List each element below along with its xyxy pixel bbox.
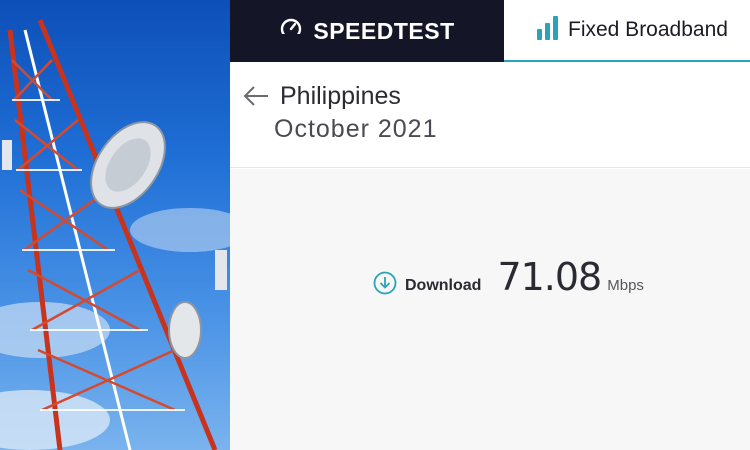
top-bar: SPEEDTEST Fixed Broadband <box>230 0 750 62</box>
download-unit: Mbps <box>607 277 644 294</box>
tab-label: Fixed Broadband <box>568 18 728 41</box>
back-arrow-icon[interactable] <box>242 84 270 108</box>
speedometer-icon <box>279 17 303 46</box>
results-area: Download 71.08 Mbps <box>230 169 750 450</box>
tab-fixed-broadband[interactable]: Fixed Broadband <box>504 0 750 62</box>
tower-photo <box>0 0 230 450</box>
speedtest-panel: SPEEDTEST Fixed Broadband Philippines Oc… <box>230 0 750 450</box>
country-title: Philippines <box>280 82 401 110</box>
download-value: 71.08 <box>497 255 602 299</box>
report-period: October 2021 <box>274 115 438 143</box>
tower-illustration <box>0 19 230 450</box>
dish-antenna <box>90 121 166 209</box>
report-header: Philippines October 2021 <box>230 62 750 168</box>
speedtest-brand[interactable]: SPEEDTEST <box>230 0 504 62</box>
dish-antenna-lower <box>168 301 202 359</box>
download-circle-icon <box>373 271 397 295</box>
download-metric: Download 71.08 Mbps <box>373 255 644 299</box>
download-label: Download <box>405 277 482 294</box>
signal-bars-icon <box>536 15 560 46</box>
brand-label: SPEEDTEST <box>313 17 455 44</box>
